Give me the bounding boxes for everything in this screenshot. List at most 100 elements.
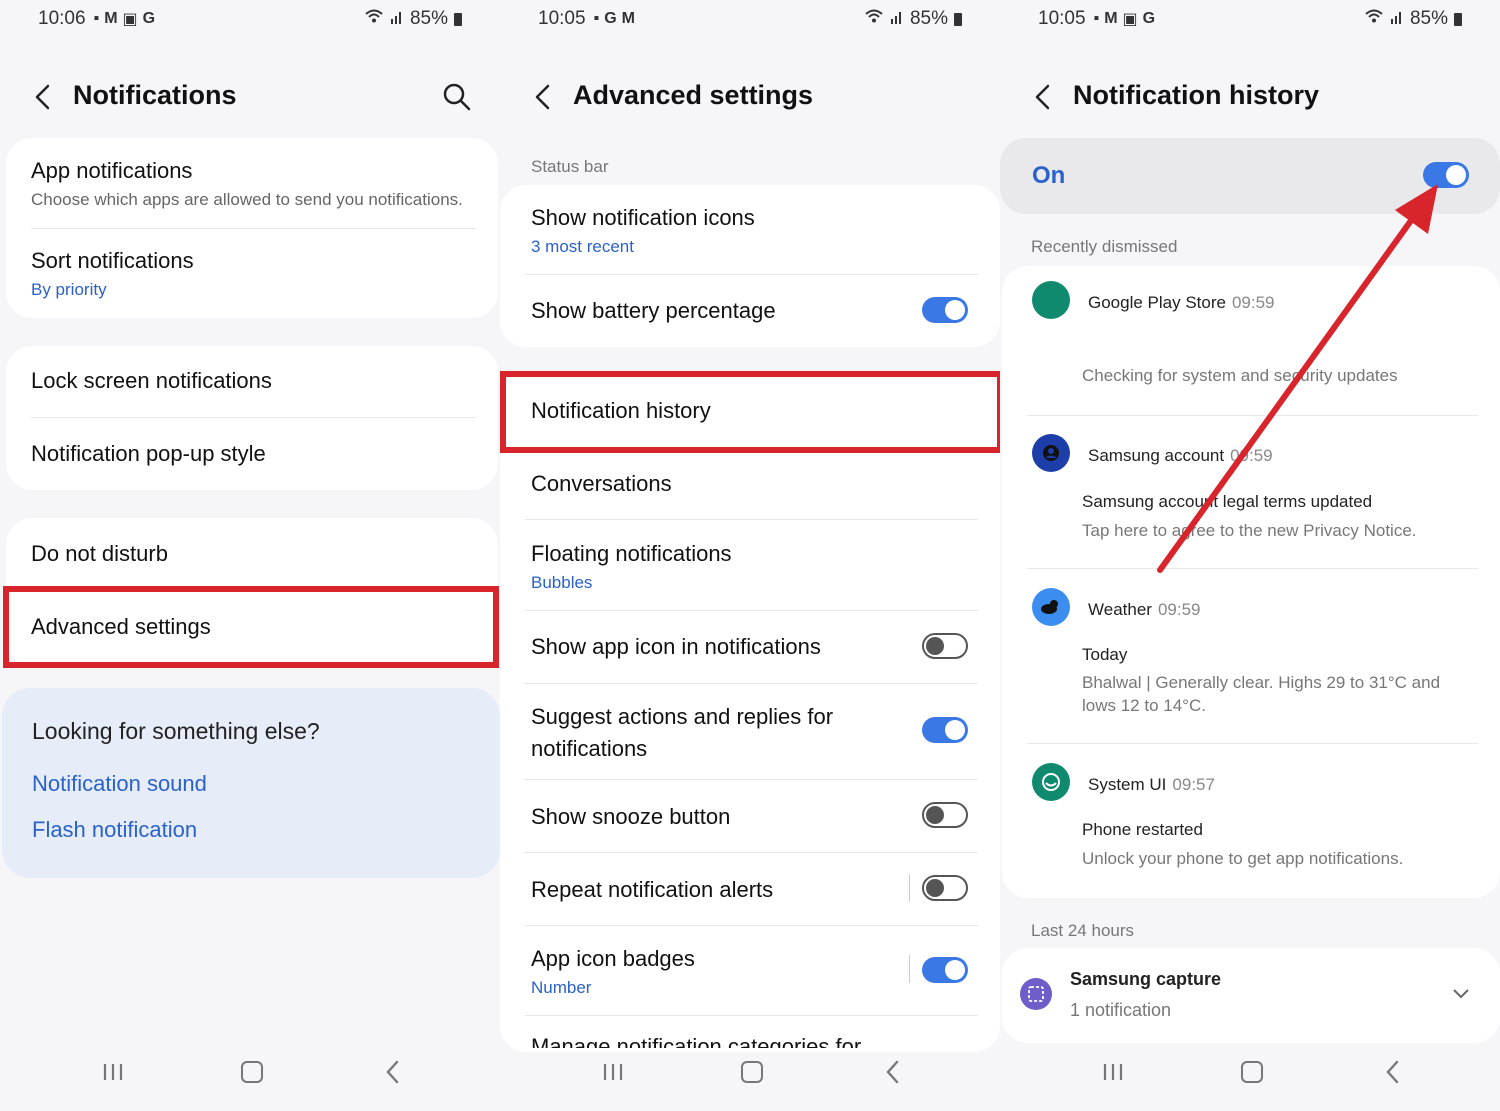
- signal-icon: [390, 8, 404, 30]
- battery-percent: 85%: [909, 8, 948, 29]
- search-icon[interactable]: [442, 82, 472, 112]
- divider: [525, 779, 978, 780]
- recents-icon[interactable]: [1102, 1061, 1124, 1083]
- notification-app-icon: ▪: [593, 10, 600, 27]
- status-bar: 10:06 ▪ M ▣ G 85%: [38, 6, 462, 32]
- highlight-box: [500, 371, 1000, 453]
- item-sub: Bubbles: [531, 573, 593, 592]
- app-icon-badges-toggle[interactable]: [922, 957, 968, 983]
- manage-categories-item[interactable]: Manage notification categories for: [531, 1034, 975, 1048]
- flash-notification-link[interactable]: Flash notification: [32, 817, 197, 843]
- advanced-settings-screen: 10:05 ▪ G M 85% Advanced settings Status…: [500, 0, 1000, 1111]
- notifications-group: Notification history Conversations Float…: [500, 372, 1000, 1052]
- divider: [31, 417, 476, 418]
- back-arrow-icon[interactable]: [532, 84, 556, 110]
- suggest-actions-item[interactable]: Suggest actions and replies for notifica…: [531, 704, 975, 762]
- divider: [525, 274, 978, 275]
- annotation-arrow: [1157, 184, 1438, 573]
- battery-percent: 85%: [409, 8, 448, 29]
- recents-icon[interactable]: [602, 1061, 624, 1083]
- item-label: Show battery percentage: [531, 298, 776, 323]
- battery-percentage-toggle[interactable]: [922, 297, 968, 323]
- notification-popup-style-item[interactable]: Notification pop-up style: [31, 441, 473, 467]
- item-label: Show snooze button: [531, 804, 731, 829]
- highlight-box: [3, 586, 499, 668]
- divider-vertical: [909, 874, 910, 902]
- item-label: Show notification icons: [531, 205, 755, 230]
- gmail-icon: M: [621, 10, 635, 27]
- divider: [525, 925, 978, 926]
- item-label: Do not disturb: [31, 541, 168, 566]
- divider-vertical: [909, 955, 910, 983]
- home-icon[interactable]: [241, 1061, 263, 1083]
- divider: [525, 610, 978, 611]
- divider: [525, 519, 978, 520]
- item-label: Floating notifications: [531, 541, 732, 566]
- conversations-item[interactable]: Conversations: [531, 471, 975, 497]
- divider: [31, 228, 476, 229]
- status-bar-group: Show notification icons 3 most recent Sh…: [500, 185, 1000, 347]
- floating-notifications-item[interactable]: Floating notifications Bubbles: [531, 541, 975, 593]
- item-sub: 3 most recent: [531, 237, 634, 256]
- navigation-bar: [0, 1053, 500, 1093]
- divider: [525, 683, 978, 684]
- gmail-icon: M: [104, 10, 118, 27]
- divider: [525, 852, 978, 853]
- settings-group-2: Lock screen notifications Notification p…: [6, 346, 498, 490]
- do-not-disturb-item[interactable]: Do not disturb: [31, 541, 473, 567]
- wifi-icon: [364, 8, 384, 30]
- item-sub: Choose which apps are allowed to send yo…: [31, 190, 463, 209]
- clock: 10:06: [38, 8, 86, 29]
- recents-icon[interactable]: [102, 1061, 124, 1083]
- battery-icon: [454, 12, 462, 26]
- back-nav-icon[interactable]: [383, 1059, 403, 1085]
- show-battery-percentage-item[interactable]: Show battery percentage: [531, 298, 975, 324]
- repeat-alerts-toggle[interactable]: [922, 875, 968, 901]
- notifications-screen: 10:06 ▪ M ▣ G 85% Notifications App noti…: [0, 0, 500, 1111]
- navigation-bar: [1000, 1053, 1500, 1093]
- item-label: Manage notification categories for: [531, 1034, 862, 1048]
- item-label: Notification pop-up style: [31, 441, 266, 466]
- show-notification-icons-item[interactable]: Show notification icons 3 most recent: [531, 205, 975, 257]
- section-label-status-bar: Status bar: [531, 157, 609, 176]
- google-icon: G: [142, 10, 156, 27]
- header: Advanced settings: [500, 72, 1000, 122]
- item-label: Lock screen notifications: [31, 368, 272, 393]
- divider: [525, 1015, 978, 1016]
- suggest-actions-toggle[interactable]: [922, 717, 968, 743]
- google-icon: G: [604, 10, 617, 27]
- page-title: Advanced settings: [573, 80, 814, 110]
- gallery-icon: ▣: [122, 11, 138, 28]
- looking-for-something-else: Looking for something else? Notification…: [2, 688, 500, 878]
- item-label: Sort notifications: [31, 248, 194, 273]
- navigation-bar: [500, 1053, 1000, 1093]
- home-icon[interactable]: [1241, 1061, 1263, 1083]
- show-app-icon-toggle[interactable]: [922, 633, 968, 659]
- back-nav-icon[interactable]: [883, 1059, 903, 1085]
- header: Notifications: [0, 72, 500, 122]
- status-bar: 10:05 ▪ G M 85%: [538, 6, 962, 32]
- wifi-icon: [864, 8, 884, 30]
- battery-icon: [954, 12, 962, 26]
- settings-group-1: App notifications Choose which apps are …: [6, 138, 498, 318]
- back-arrow-icon[interactable]: [32, 84, 56, 110]
- page-title: Notifications: [73, 80, 237, 110]
- lock-screen-notifications-item[interactable]: Lock screen notifications: [31, 368, 473, 394]
- home-icon[interactable]: [741, 1061, 763, 1083]
- item-label: Show app icon in notifications: [531, 634, 821, 659]
- item-label: Suggest actions and replies for: [531, 704, 834, 729]
- notification-history-screen: 10:05 ▪ M ▣ G 85% Notification history O…: [1000, 0, 1500, 1111]
- notification-sound-link[interactable]: Notification sound: [32, 771, 207, 797]
- item-label: App notifications: [31, 158, 193, 183]
- back-nav-icon[interactable]: [1383, 1059, 1403, 1085]
- sort-notifications-item[interactable]: Sort notifications By priority: [31, 248, 473, 300]
- notification-app-icon: ▪: [93, 10, 100, 27]
- item-label-line2: notifications: [531, 736, 648, 761]
- item-sub: By priority: [31, 280, 107, 299]
- app-notifications-item[interactable]: App notifications Choose which apps are …: [31, 158, 473, 210]
- clock: 10:05: [538, 8, 586, 29]
- snooze-button-toggle[interactable]: [922, 802, 968, 828]
- show-snooze-button-item[interactable]: Show snooze button: [531, 804, 975, 830]
- show-app-icon-item[interactable]: Show app icon in notifications: [531, 634, 975, 660]
- item-label: Conversations: [531, 471, 672, 496]
